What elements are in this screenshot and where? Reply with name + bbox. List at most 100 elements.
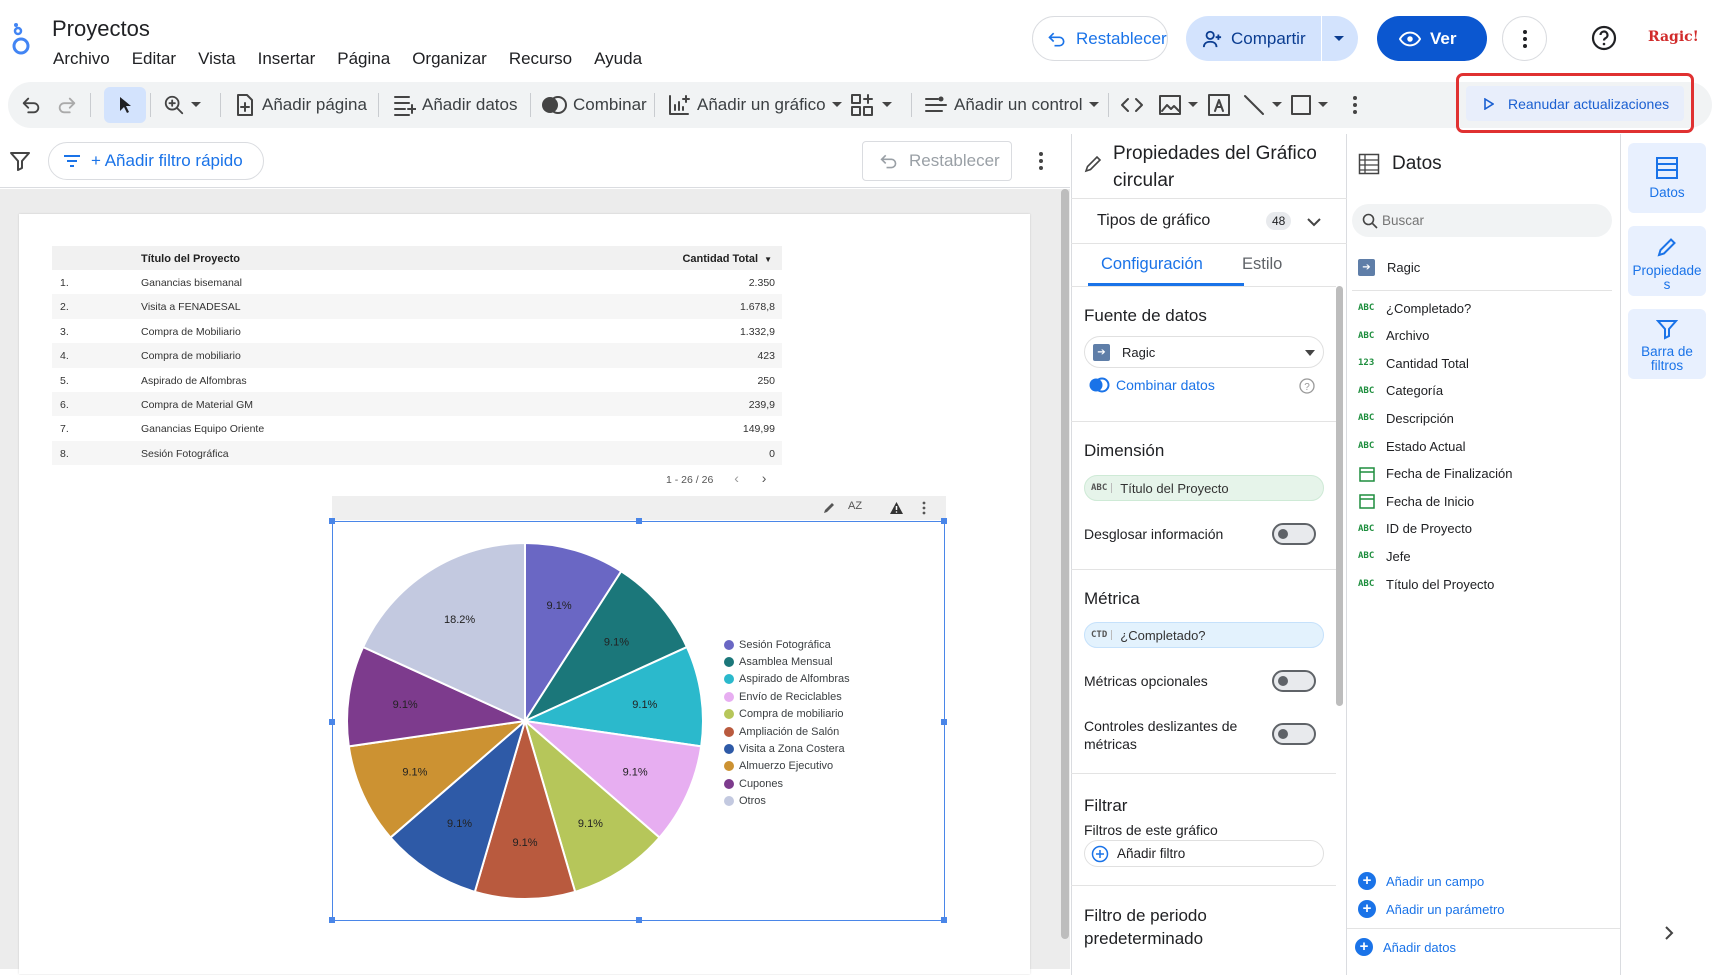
blend-button[interactable]: Combinar — [541, 82, 647, 128]
looker-logo-icon[interactable] — [10, 22, 32, 56]
data-search-input[interactable] — [1382, 209, 1602, 231]
warning-icon[interactable] — [889, 501, 904, 515]
field-item[interactable]: Fecha de Finalización — [1358, 464, 1512, 484]
chart-types-row[interactable]: Tipos de gráfico 48 — [1071, 198, 1347, 244]
share-button[interactable]: Compartir — [1186, 16, 1358, 61]
edit-pencil-icon[interactable] — [822, 501, 836, 515]
blend-data-link[interactable]: Combinar datos — [1088, 377, 1215, 393]
sort-az-icon[interactable]: AZ — [848, 500, 862, 512]
properties-scrollbar[interactable] — [1336, 286, 1343, 706]
data-search-box[interactable] — [1352, 204, 1612, 237]
reset-button[interactable]: Restablecer — [1032, 16, 1168, 61]
toolbar-more-button[interactable] — [1352, 82, 1358, 128]
field-item[interactable]: Fecha de Inicio — [1358, 491, 1474, 511]
rail-data-button[interactable]: Datos — [1628, 143, 1706, 213]
rail-filter-bar-button[interactable]: Barra de filtros — [1628, 309, 1706, 379]
legend-item[interactable]: Envío de Reciclables — [724, 688, 850, 705]
table-row[interactable]: 6. Compra de Material GM 239,9 — [52, 391, 782, 417]
pie-chart[interactable]: 9.1% 9.1% 9.1% 9.1% 9.1% 9.1% 9.1% 9.1% 9.1% 18.2… — [332, 521, 722, 921]
redo-button[interactable] — [56, 82, 78, 128]
resume-updates-button[interactable]: Reanudar actualizaciones — [1466, 86, 1684, 121]
text-box-button[interactable] — [1207, 82, 1231, 128]
chevron-right-icon[interactable] — [1664, 925, 1674, 941]
add-data-button[interactable]: Añadir datos — [392, 82, 517, 128]
undo-button[interactable] — [20, 82, 42, 128]
embed-code-button[interactable] — [1120, 82, 1144, 128]
menu-ayuda[interactable]: Ayuda — [594, 49, 642, 69]
more-vert-icon[interactable] — [922, 501, 926, 515]
report-title[interactable]: Proyectos — [52, 16, 150, 42]
select-tool-button[interactable] — [104, 87, 146, 123]
legend-item[interactable]: Sesión Fotográfica — [724, 636, 850, 653]
table-row[interactable]: 7. Ganancias Equipo Oriente 149,99 — [52, 416, 782, 440]
help-icon[interactable]: ? — [1299, 378, 1315, 394]
menu-editar[interactable]: Editar — [132, 49, 176, 69]
menu-archivo[interactable]: Archivo — [53, 49, 110, 69]
resize-handle[interactable] — [941, 518, 947, 524]
legend-item[interactable]: Asamblea Mensual — [724, 653, 850, 670]
add-field-link[interactable]: + Añadir un campo — [1358, 872, 1484, 890]
insert-image-button[interactable] — [1158, 82, 1198, 128]
resize-handle[interactable] — [941, 917, 947, 923]
add-data-link[interactable]: + Añadir datos — [1355, 938, 1456, 956]
rail-properties-button[interactable]: Propiedades — [1628, 226, 1706, 296]
add-filter-button[interactable]: Añadir filtro — [1084, 840, 1324, 867]
reset-filters-button[interactable]: Restablecer — [862, 141, 1012, 181]
legend-item[interactable]: Ampliación de Salón — [724, 723, 850, 740]
field-item[interactable]: ABC Estado Actual — [1358, 436, 1466, 456]
menu-recurso[interactable]: Recurso — [509, 49, 572, 69]
table-header-title[interactable]: Título del Proyecto — [141, 253, 240, 265]
field-item[interactable]: ABC ¿Completado? — [1358, 298, 1471, 318]
field-item[interactable]: ABC Archivo — [1358, 326, 1429, 346]
field-item[interactable]: ABC Jefe — [1358, 546, 1411, 566]
brand-logo[interactable]: Ragic! — [1648, 29, 1699, 45]
data-source-item[interactable]: ➔ Ragic — [1358, 259, 1420, 276]
share-dropdown-arrow-icon[interactable] — [1333, 34, 1345, 44]
table-row[interactable]: 1. Ganancias bisemanal 2.350 — [52, 270, 782, 294]
menu-organizar[interactable]: Organizar — [412, 49, 487, 69]
shape-tool-button[interactable] — [1290, 82, 1328, 128]
prev-page-icon[interactable]: ‹ — [734, 470, 739, 486]
drill-down-toggle[interactable] — [1272, 523, 1316, 545]
help-button[interactable] — [1590, 24, 1620, 54]
table-row[interactable]: 4. Compra de mobiliario 423 — [52, 343, 782, 368]
field-item[interactable]: ABC Título del Proyecto — [1358, 574, 1494, 594]
field-item[interactable]: 123 Cantidad Total — [1358, 353, 1469, 373]
canvas-scrollbar[interactable] — [1061, 189, 1069, 939]
zoom-button[interactable] — [163, 82, 201, 128]
legend-item[interactable]: Compra de mobiliario — [724, 706, 850, 723]
optional-metrics-toggle[interactable] — [1272, 670, 1316, 692]
table-row[interactable]: 8. Sesión Fotográfica 0 — [52, 440, 782, 466]
field-item[interactable]: ABC Descripción — [1358, 408, 1454, 428]
line-tool-button[interactable] — [1242, 82, 1282, 128]
more-options-button[interactable] — [1502, 16, 1547, 61]
table-row[interactable]: 2. Visita a FENADESAL 1.678,8 — [52, 294, 782, 319]
field-item[interactable]: ABC ID de Proyecto — [1358, 519, 1472, 539]
data-source-select[interactable]: ➔ Ragic — [1084, 336, 1324, 368]
add-chart-button[interactable]: Añadir un gráfico — [667, 82, 842, 128]
legend-item[interactable]: Visita a Zona Costera — [724, 740, 850, 757]
filter-funnel-icon[interactable] — [9, 150, 31, 172]
tab-estilo[interactable]: Estilo — [1242, 255, 1282, 274]
dimension-chip[interactable]: ABC Título del Proyecto — [1084, 475, 1324, 501]
metric-sliders-toggle[interactable] — [1272, 723, 1316, 745]
table-chart[interactable]: Título del Proyecto Cantidad Total ▼ 1. G… — [52, 246, 782, 466]
add-component-button[interactable] — [850, 82, 892, 128]
field-item[interactable]: ABC Categoría — [1358, 381, 1443, 401]
menu-pagina[interactable]: Página — [337, 49, 390, 69]
add-parameter-link[interactable]: + Añadir un parámetro — [1358, 900, 1505, 918]
metric-chip[interactable]: CTD ¿Completado? — [1084, 622, 1324, 648]
next-page-icon[interactable]: › — [762, 470, 767, 486]
tab-configuracion[interactable]: Configuración — [1101, 255, 1203, 274]
add-quick-filter-button[interactable]: + Añadir filtro rápido — [48, 142, 264, 180]
menu-insertar[interactable]: Insertar — [258, 49, 316, 69]
legend-item[interactable]: Cupones — [724, 775, 850, 792]
filterbar-more-button[interactable] — [1038, 151, 1044, 171]
menu-vista[interactable]: Vista — [198, 49, 236, 69]
legend-item[interactable]: Almuerzo Ejecutivo — [724, 758, 850, 775]
legend-item[interactable]: Otros — [724, 793, 850, 810]
resize-handle[interactable] — [941, 719, 947, 725]
table-row[interactable]: 5. Aspirado de Alfombras 250 — [52, 368, 782, 392]
table-header-amount-sort[interactable]: Cantidad Total ▼ — [682, 253, 772, 265]
table-row[interactable]: 3. Compra de Mobiliario 1.332,9 — [52, 319, 782, 343]
